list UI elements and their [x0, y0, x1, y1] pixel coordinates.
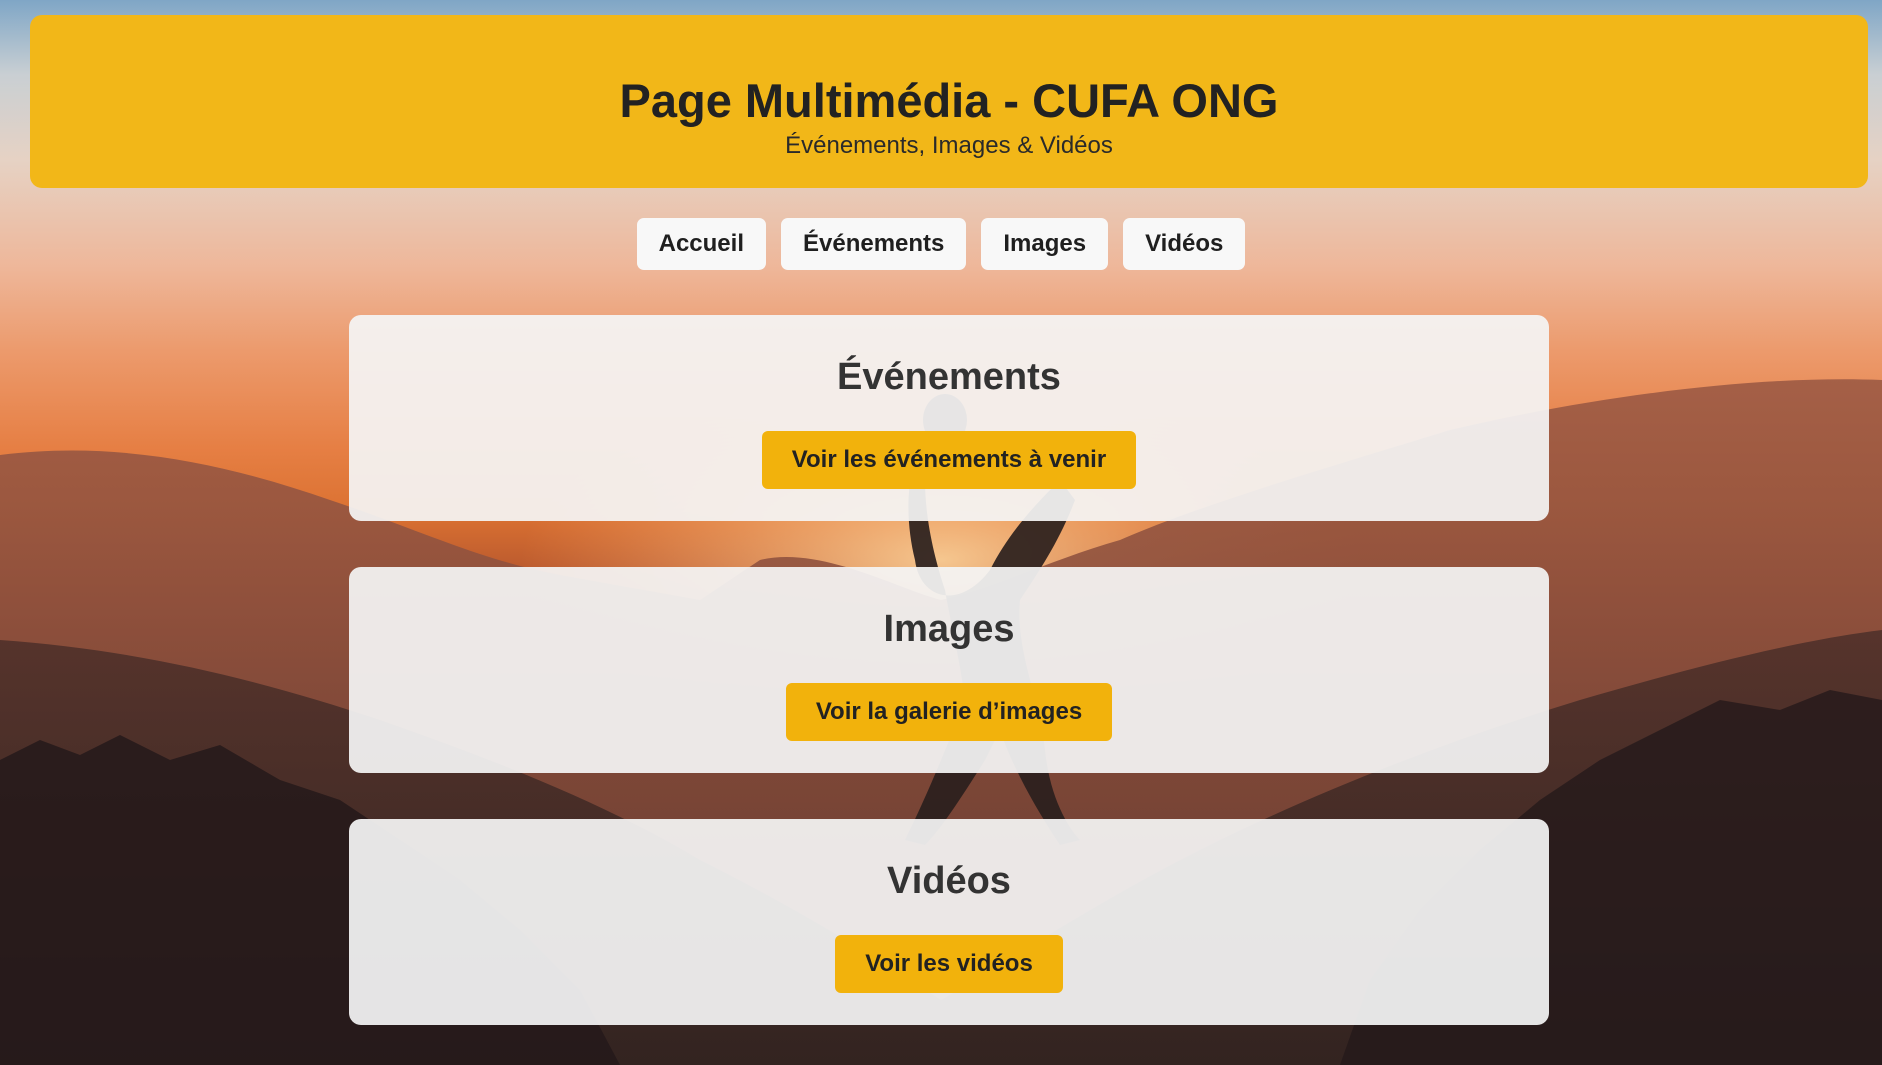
page-title: Page Multimédia - CUFA ONG — [619, 74, 1279, 127]
events-section-title: Événements — [837, 356, 1061, 398]
videos-section-title: Vidéos — [887, 860, 1011, 902]
view-videos-button[interactable]: Voir les vidéos — [835, 935, 1063, 993]
nav-videos-button[interactable]: Vidéos — [1123, 218, 1246, 270]
nav-images-button[interactable]: Images — [981, 218, 1109, 270]
events-section: Événements Voir les événements à venir — [349, 315, 1549, 521]
view-gallery-button[interactable]: Voir la galerie d’images — [785, 683, 1113, 741]
videos-section: Vidéos Voir les vidéos — [349, 819, 1549, 1025]
nav-evenements-button[interactable]: Événements — [780, 218, 967, 270]
images-section: Images Voir la galerie d’images — [349, 567, 1549, 773]
nav-accueil-button[interactable]: Accueil — [636, 218, 766, 270]
main-nav: Accueil Événements Images Vidéos — [0, 218, 1882, 270]
header-banner: Page Multimédia - CUFA ONG Événements, I… — [30, 15, 1868, 188]
view-events-button[interactable]: Voir les événements à venir — [761, 431, 1137, 489]
page-subtitle: Événements, Images & Vidéos — [785, 132, 1113, 159]
images-section-title: Images — [883, 608, 1015, 650]
